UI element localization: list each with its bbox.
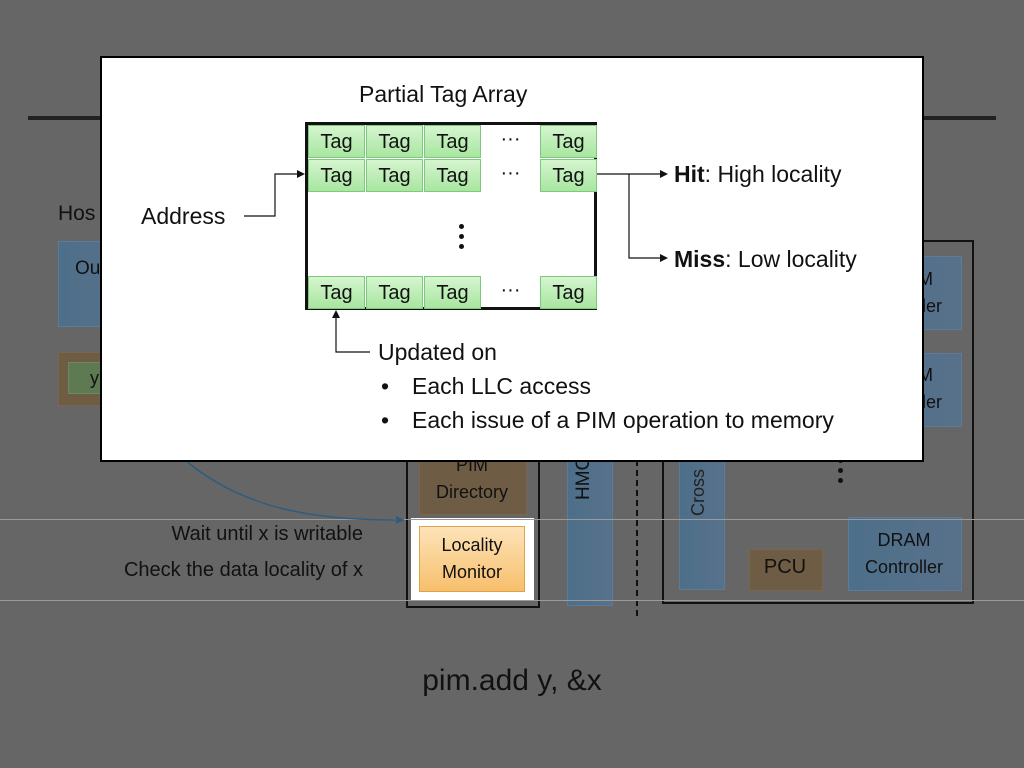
boundary-dashed-line bbox=[636, 440, 638, 616]
tag-cell: Tag bbox=[424, 276, 481, 309]
tag-cell: Tag bbox=[366, 159, 423, 192]
tag-ellipsis: ··· bbox=[500, 162, 521, 184]
request-arrowhead bbox=[396, 516, 404, 524]
updated-on-label: Updated on bbox=[378, 339, 497, 365]
pim-directory-line2: Directory bbox=[435, 482, 508, 502]
miss-desc: : Low locality bbox=[725, 246, 857, 272]
bullet-text: Each issue of a PIM operation to memory bbox=[412, 407, 834, 433]
tag-cell: Tag bbox=[308, 159, 365, 192]
hit-label: Hit: High locality bbox=[674, 161, 841, 188]
more-controllers-dots bbox=[838, 458, 844, 488]
host-label: Hos bbox=[58, 202, 96, 225]
tag-array: Tag Tag Tag ··· Tag Tag Tag Tag ··· Tag … bbox=[305, 122, 597, 310]
more-rows-dots bbox=[459, 224, 465, 254]
tag-cell: Tag bbox=[308, 276, 365, 309]
hit-desc: : High locality bbox=[704, 161, 842, 187]
bullet-item: • Each LLC access bbox=[381, 373, 591, 400]
tag-ellipsis: ··· bbox=[500, 279, 521, 301]
tag-cell: Tag bbox=[308, 125, 365, 158]
locality-monitor-line1: Locality bbox=[441, 535, 503, 555]
miss-term: Miss bbox=[674, 246, 726, 272]
bullet-dot: • bbox=[381, 407, 390, 433]
locality-monitor-line2: Monitor bbox=[441, 562, 503, 582]
tag-cell: Tag bbox=[366, 125, 423, 158]
bullet-dot: • bbox=[381, 373, 390, 399]
bullet-text: Each LLC access bbox=[412, 373, 591, 399]
tag-ellipsis: ··· bbox=[500, 128, 521, 150]
dram-controller-3-label: DRAM Controller bbox=[848, 527, 960, 581]
request-curve-arrow bbox=[184, 459, 405, 521]
register-label: y bbox=[90, 368, 99, 388]
tag-cell: Tag bbox=[540, 159, 597, 192]
tag-cell: Tag bbox=[424, 159, 481, 192]
tag-cell: Tag bbox=[540, 125, 597, 158]
dram-3-line2: Controller bbox=[864, 557, 944, 577]
dram-3-line1: DRAM bbox=[877, 530, 931, 550]
step-wait-writable: Wait until x is writable bbox=[171, 523, 363, 545]
step-check-locality: Check the data locality of x bbox=[123, 559, 363, 581]
locality-monitor-label: Locality Monitor bbox=[419, 532, 525, 586]
address-label: Address bbox=[141, 203, 226, 229]
tag-cell: Tag bbox=[424, 125, 481, 158]
tag-cell: Tag bbox=[366, 276, 423, 309]
tag-cell: Tag bbox=[540, 276, 597, 309]
highlight-band-top bbox=[0, 519, 1024, 520]
highlight-band-bottom bbox=[0, 600, 1024, 601]
bullet-item: • Each issue of a PIM operation to memory bbox=[381, 407, 834, 434]
instruction-text: pim.add y, &x bbox=[422, 664, 602, 697]
core-label: Ou bbox=[75, 258, 101, 279]
miss-label: Miss: Low locality bbox=[674, 246, 857, 273]
pcu-label: PCU bbox=[763, 556, 807, 578]
hit-term: Hit bbox=[674, 161, 705, 187]
popup-title: Partial Tag Array bbox=[359, 81, 528, 107]
